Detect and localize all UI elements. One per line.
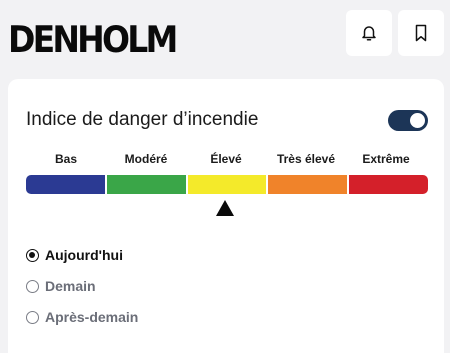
danger-segment-modere [106,175,186,194]
radio-button[interactable] [26,248,39,262]
fire-danger-card: Indice de danger d’incendie Bas Modéré É… [8,79,444,353]
day-option-today[interactable]: Aujourd'hui [26,247,138,263]
bell-icon [362,26,376,41]
fire-danger-toggle[interactable] [388,110,428,131]
day-option-label: Demain [45,278,96,294]
level-label-tres-eleve: Très élevé [276,152,336,166]
card-title: Indice de danger d’incendie [26,109,259,130]
danger-segment-tres-eleve [268,175,348,194]
day-option-day-after-tomorrow[interactable]: Après-demain [26,309,138,325]
danger-scale-bar [26,175,428,194]
level-label-extreme: Extrême [362,152,410,166]
danger-segment-extreme [349,175,428,194]
level-label-eleve: Élevé [210,152,242,166]
day-option-tomorrow[interactable]: Demain [26,278,138,294]
danger-segment-bas [26,175,105,194]
level-label-bas: Bas [54,152,77,166]
current-level-marker-icon [216,200,234,216]
bookmark-button[interactable] [398,10,444,56]
danger-level-labels: Bas Modéré Élevé Très élevé Extrême [26,152,428,168]
notifications-button[interactable] [346,10,392,56]
radio-button[interactable] [26,279,39,293]
danger-segment-eleve [187,175,267,194]
level-label-modere: Modéré [124,152,168,166]
day-option-label: Après-demain [45,309,139,325]
day-option-label: Aujourd'hui [45,247,123,263]
day-selector: Aujourd'hui Demain Après-demain [26,247,138,340]
brand-logo[interactable]: DENHOLM [8,18,178,61]
toggle-knob [410,113,425,128]
radio-button[interactable] [26,310,39,324]
bookmark-icon [415,24,427,42]
